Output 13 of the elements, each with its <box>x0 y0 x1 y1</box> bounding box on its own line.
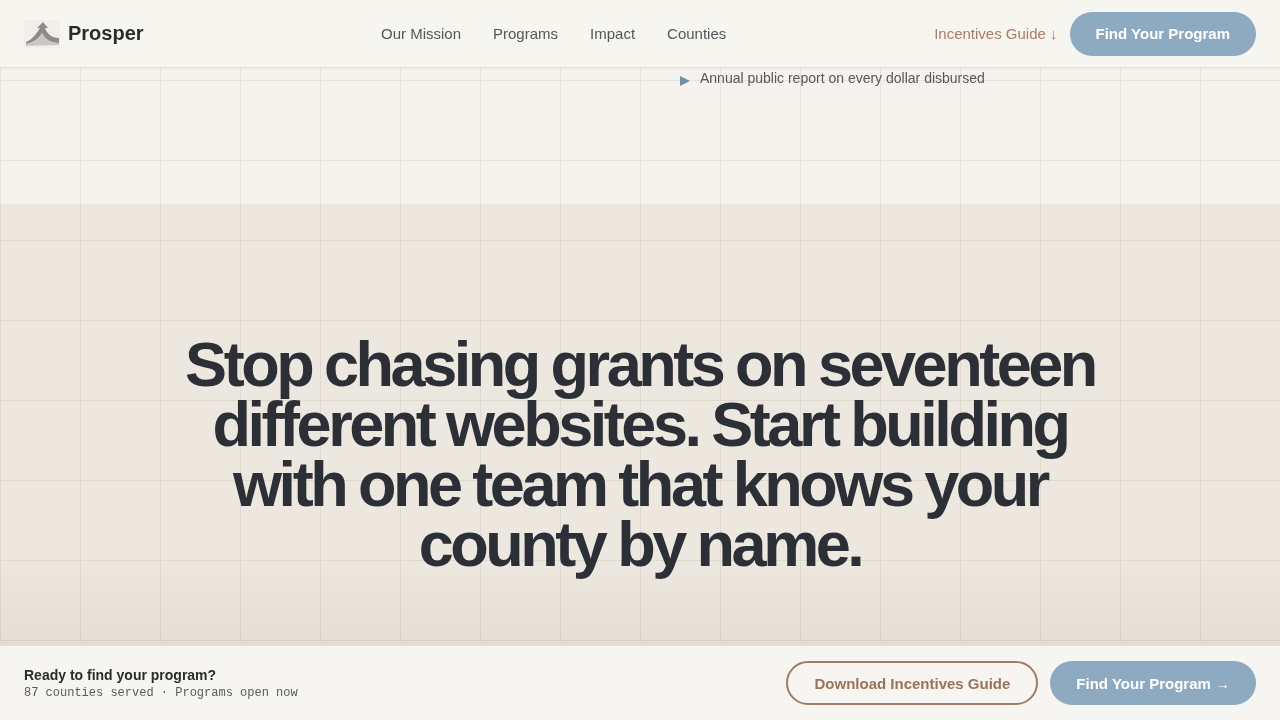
bar-subtitle: 87 counties served · Programs open now <box>24 684 298 701</box>
logo-icon <box>24 19 60 48</box>
triangle-icon <box>680 76 690 86</box>
nav-link[interactable]: Programs <box>493 25 559 42</box>
brand-name[interactable]: Prosper <box>68 22 144 45</box>
nav-link[interactable]: Our Mission <box>381 25 462 42</box>
bar-title: Ready to find your program? <box>24 665 218 684</box>
hero-headline: Stop chasing grants on seventeen different websites. Start building with one team that knows your county by name. <box>184 328 1096 581</box>
download-button[interactable]: Download Incentives Guide <box>786 661 1039 705</box>
nav-link[interactable]: Counties <box>667 25 727 42</box>
guide-link[interactable]: Incentives Guide ↓ <box>934 25 1058 42</box>
note-text: Annual public report on every dollar disbursed <box>700 69 985 87</box>
nav-link[interactable]: Impact <box>590 25 636 42</box>
